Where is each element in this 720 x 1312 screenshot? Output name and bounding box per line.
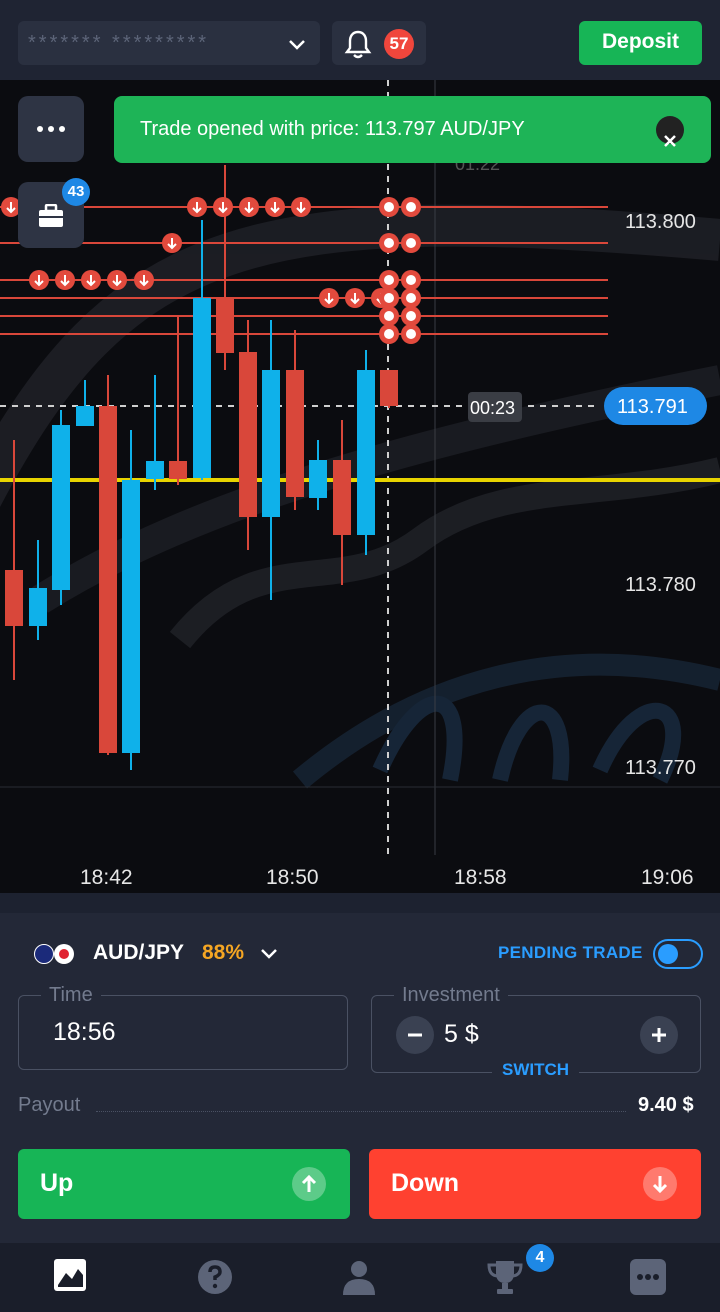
- nav-profile[interactable]: [339, 1257, 379, 1297]
- bottom-navigation: [0, 1243, 720, 1312]
- up-label: Up: [40, 1169, 74, 1197]
- arrow-down-icon: [643, 1167, 677, 1201]
- price-tick: 113.780: [625, 574, 696, 596]
- briefcase-icon: [39, 204, 63, 227]
- chart-canvas: 01:22 113.800 113.780 113.770 00:23 113.…: [0, 80, 720, 889]
- nav-more[interactable]: [628, 1257, 668, 1297]
- candles: [5, 165, 398, 770]
- countdown-text: 00:23: [470, 398, 515, 418]
- chart-icon: [54, 1259, 86, 1291]
- account-selector[interactable]: ******* *********: [18, 21, 320, 65]
- down-button[interactable]: Down: [369, 1149, 701, 1219]
- price-tick: 113.800: [625, 211, 696, 233]
- toast-message: Trade opened with price: 113.797 AUD/JPY: [140, 118, 525, 140]
- time-field[interactable]: Time 18:56: [18, 984, 348, 1070]
- payout-divider: [96, 1111, 626, 1112]
- time-tick: 18:42: [80, 866, 133, 889]
- trade-opened-toast: Trade opened with price: 113.797 AUD/JPY: [114, 96, 711, 163]
- payout-label: Payout: [18, 1094, 81, 1116]
- decrease-investment-button[interactable]: [396, 1016, 434, 1054]
- chevron-down-icon: [289, 40, 305, 50]
- nav-chart[interactable]: [52, 1257, 92, 1297]
- minus-icon: [408, 1033, 422, 1037]
- trophy-icon: [487, 1261, 523, 1294]
- nav-help[interactable]: [195, 1257, 235, 1297]
- investment-label: Investment: [394, 984, 508, 1007]
- asset-payout-percent: 88%: [202, 941, 245, 964]
- open-trades-badge: 43: [62, 178, 90, 206]
- user-icon: [343, 1261, 375, 1295]
- japan-flag-icon: [54, 944, 74, 964]
- time-label: Time: [41, 984, 101, 1007]
- help-icon: [198, 1260, 232, 1294]
- price-chart[interactable]: 01:22 113.800 113.780 113.770 00:23 113.…: [0, 80, 720, 893]
- increase-investment-button[interactable]: [640, 1016, 678, 1054]
- notifications-badge: 57: [384, 29, 414, 59]
- more-icon: [630, 1259, 666, 1295]
- pending-trade-toggle[interactable]: [653, 939, 703, 969]
- dot-icon: [59, 126, 65, 132]
- current-price-text: 113.791: [617, 396, 688, 418]
- arrow-up-icon: [292, 1167, 326, 1201]
- notifications-button[interactable]: 57: [332, 21, 426, 65]
- payout-value: 9.40 $: [638, 1094, 694, 1116]
- account-masked-text: ******* *********: [28, 32, 210, 54]
- dot-icon: [37, 126, 43, 132]
- top-bar: ******* ********* 57 Deposit: [0, 0, 720, 80]
- plus-icon: [652, 1028, 666, 1042]
- time-tick: 19:06: [641, 866, 694, 889]
- time-value: 18:56: [53, 1018, 116, 1046]
- price-tick: 113.770: [625, 757, 696, 779]
- down-label: Down: [391, 1169, 460, 1197]
- chevron-down-icon: [261, 949, 277, 959]
- investment-value: 5 $: [444, 1020, 479, 1048]
- australia-flag-icon: [34, 944, 54, 964]
- switch-currency-button[interactable]: SWITCH: [492, 1060, 580, 1080]
- achievements-badge: 4: [526, 1244, 554, 1272]
- close-icon: [664, 135, 676, 147]
- bell-icon: [344, 30, 372, 59]
- pending-trade-label: PENDING TRADE: [498, 943, 643, 962]
- dot-icon: [48, 126, 54, 132]
- investment-field[interactable]: Investment 5 $ SWITCH: [371, 984, 701, 1080]
- toggle-knob: [658, 944, 678, 964]
- nav-achievements[interactable]: [485, 1257, 525, 1297]
- up-button[interactable]: Up: [18, 1149, 350, 1219]
- chart-menu-button[interactable]: [18, 96, 84, 162]
- time-tick: 18:50: [266, 866, 319, 889]
- time-tick: 18:58: [454, 866, 507, 889]
- asset-name: AUD/JPY: [93, 941, 185, 964]
- toast-close-button[interactable]: [656, 116, 684, 147]
- deposit-button[interactable]: Deposit: [579, 21, 702, 65]
